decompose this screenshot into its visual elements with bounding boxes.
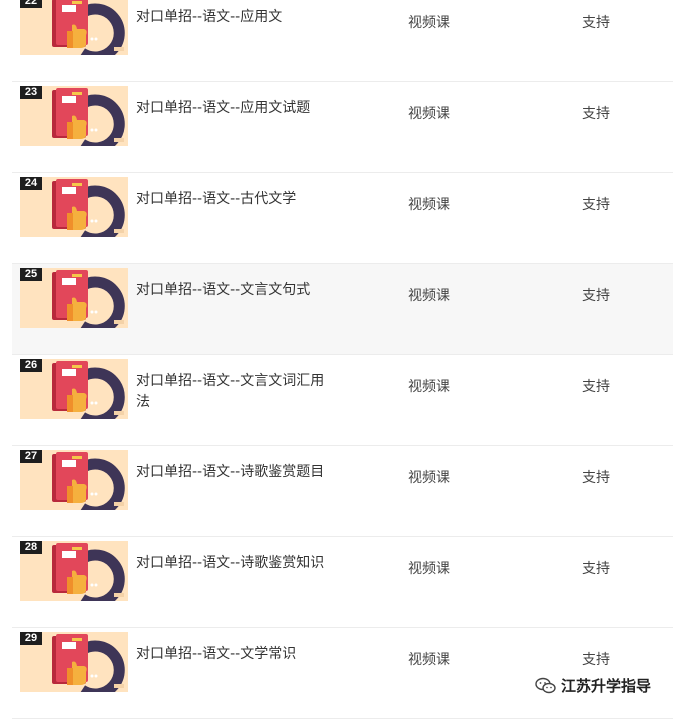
course-type: 视频课	[408, 106, 450, 122]
course-support: 支持	[582, 15, 610, 31]
row-number-badge: 27	[20, 450, 42, 463]
wechat-watermark: 江苏升学指导	[535, 675, 651, 696]
course-row-highlighted[interactable]: 25 对口单招--语文--文言文句式 视频课 支持	[12, 264, 673, 355]
course-thumbnail[interactable]: 26	[20, 359, 128, 419]
course-support: 支持	[582, 561, 610, 577]
course-title[interactable]: 对口单招--语文--古代文学	[136, 189, 336, 210]
row-number-badge: 23	[20, 86, 42, 99]
course-support: 支持	[582, 106, 610, 122]
book-illustration-icon	[52, 0, 125, 55]
course-list: 22 对口单招--语文--应用文 视频课 支持 23 对口单招--语文--应用文…	[0, 0, 673, 728]
course-thumbnail[interactable]: 28	[20, 541, 128, 601]
row-number-badge: 22	[20, 0, 42, 8]
course-thumbnail[interactable]: 24	[20, 177, 128, 237]
course-row[interactable]: 27 对口单招--语文--诗歌鉴赏题目 视频课 支持	[12, 446, 673, 537]
row-number-badge: 28	[20, 541, 42, 554]
course-row[interactable]: 29 对口单招--语文--文学常识 视频课 支持	[12, 628, 673, 719]
course-row[interactable]: 26 对口单招--语文--文言文词汇用法 视频课 支持	[12, 355, 673, 446]
course-support: 支持	[582, 288, 610, 304]
course-type: 视频课	[408, 561, 450, 577]
course-row[interactable]: 24 对口单招--语文--古代文学 视频课 支持	[12, 173, 673, 264]
course-support: 支持	[582, 197, 610, 213]
course-thumbnail[interactable]: 25	[20, 268, 128, 328]
course-thumbnail[interactable]: 23	[20, 86, 128, 146]
course-support: 支持	[582, 652, 610, 668]
course-title[interactable]: 对口单招--语文--文学常识	[136, 644, 336, 665]
course-row[interactable]: 23 对口单招--语文--应用文试题 视频课 支持	[12, 82, 673, 173]
row-number-badge: 26	[20, 359, 42, 372]
row-number-badge: 25	[20, 268, 42, 281]
course-type: 视频课	[408, 288, 450, 304]
course-type: 视频课	[408, 470, 450, 486]
course-type: 视频课	[408, 379, 450, 395]
course-row[interactable]: 22 对口单招--语文--应用文 视频课 支持	[12, 0, 673, 82]
course-title[interactable]: 对口单招--语文--文言文句式	[136, 280, 336, 301]
row-number-badge: 24	[20, 177, 42, 190]
watermark-text: 江苏升学指导	[560, 677, 651, 695]
course-row[interactable]: 28 对口单招--语文--诗歌鉴赏知识 视频课 支持	[12, 537, 673, 628]
course-type: 视频课	[408, 15, 450, 31]
course-thumbnail[interactable]: 29	[20, 632, 128, 692]
course-title[interactable]: 对口单招--语文--诗歌鉴赏题目	[136, 462, 336, 483]
course-thumbnail[interactable]: 27	[20, 450, 128, 510]
course-title[interactable]: 对口单招--语文--诗歌鉴赏知识	[136, 553, 336, 574]
course-support: 支持	[582, 470, 610, 486]
course-title[interactable]: 对口单招--语文--应用文试题	[136, 98, 336, 119]
wechat-icon	[535, 677, 556, 693]
course-title[interactable]: 对口单招--语文--文言文词汇用法	[136, 371, 336, 413]
course-type: 视频课	[408, 652, 450, 668]
course-type: 视频课	[408, 197, 450, 213]
course-thumbnail[interactable]: 22	[20, 0, 128, 55]
course-support: 支持	[582, 379, 610, 395]
course-title[interactable]: 对口单招--语文--应用文	[136, 7, 336, 28]
row-number-badge: 29	[20, 632, 42, 645]
